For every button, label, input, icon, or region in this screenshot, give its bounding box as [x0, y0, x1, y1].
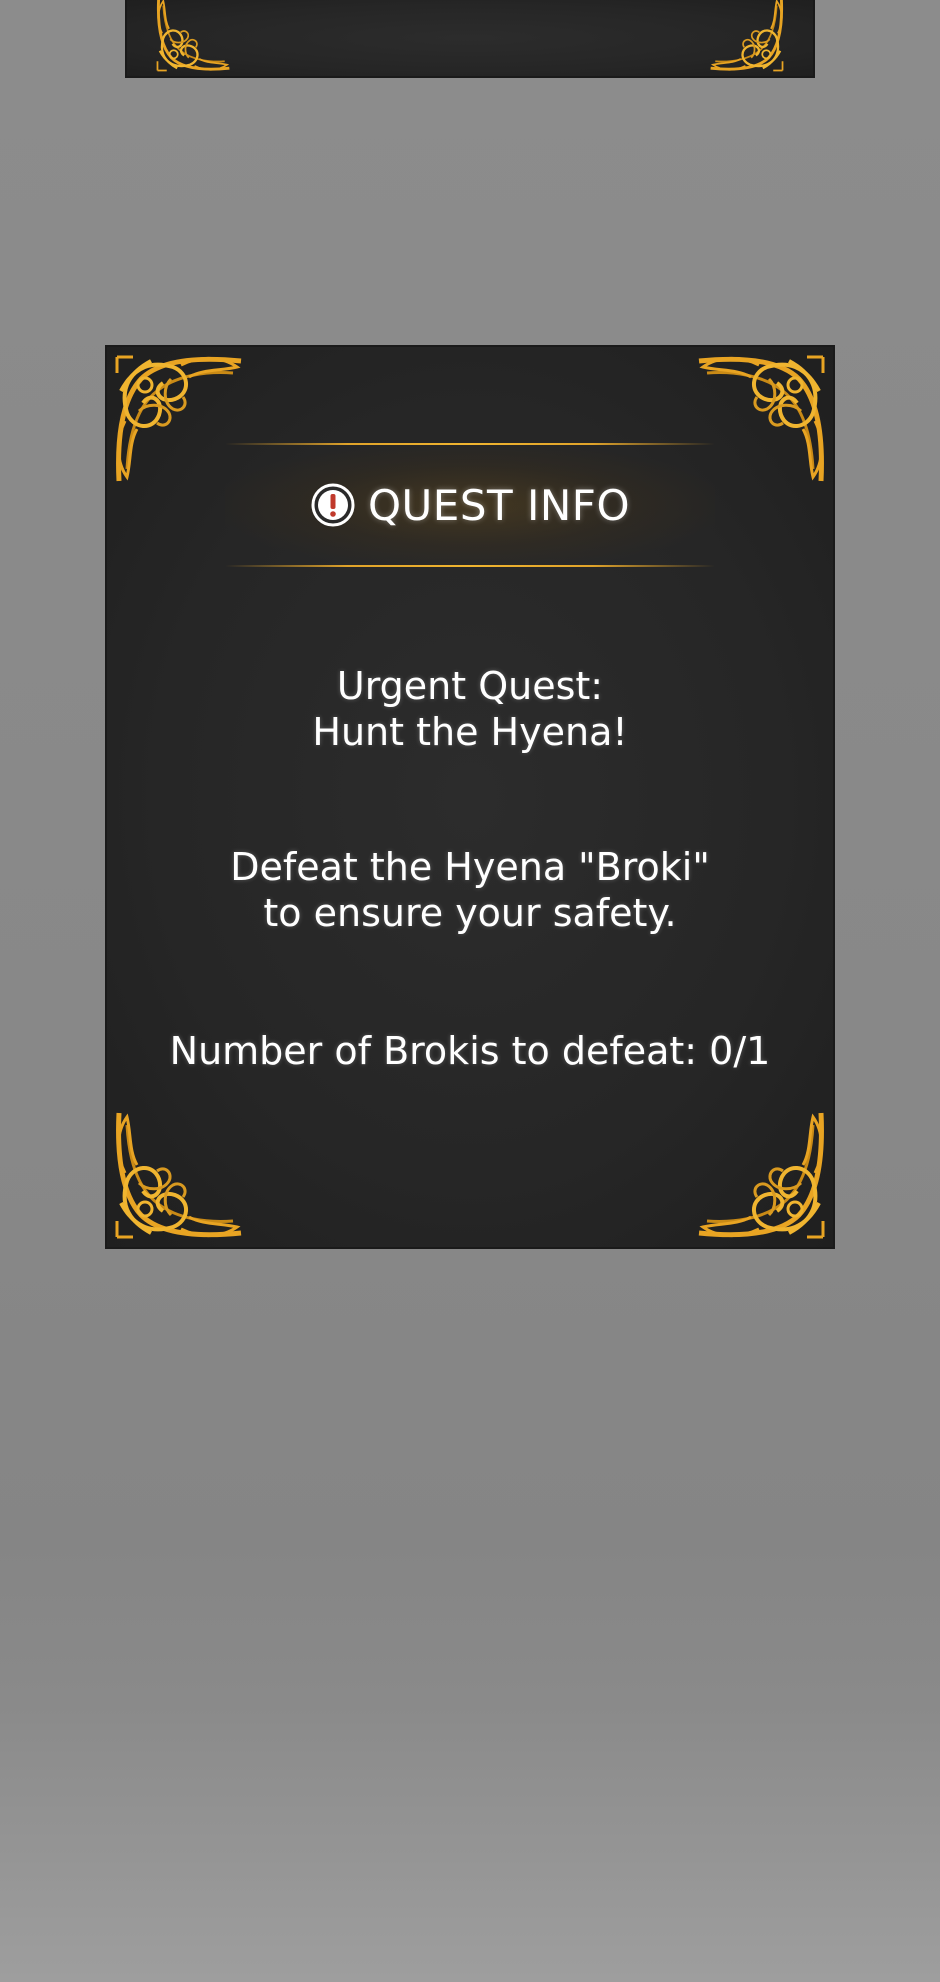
description-line: Defeat the Hyena "Broki"	[230, 845, 710, 889]
previous-panel	[127, 0, 813, 76]
progress-text: Number of Brokis to defeat: 0/1	[169, 1029, 771, 1073]
quest-label: Urgent Quest:	[336, 664, 604, 708]
header-divider-bottom	[225, 565, 715, 567]
corner-ornament-icon	[129, 0, 259, 74]
quest-header: QUEST INFO	[225, 443, 715, 567]
quest-name-block: Urgent Quest: Hunt the Hyena!	[107, 663, 833, 755]
corner-ornament-icon	[681, 0, 811, 74]
quest-info-panel: QUEST INFO Urgent Quest: Hunt the Hyena!…	[107, 347, 833, 1247]
exclamation-circle-icon	[311, 483, 355, 527]
corner-ornament-icon	[111, 1105, 249, 1243]
quest-progress: Number of Brokis to defeat: 0/1	[107, 1028, 833, 1074]
corner-ornament-icon	[691, 1105, 829, 1243]
quest-name: Hunt the Hyena!	[312, 710, 628, 754]
quest-description: Defeat the Hyena "Broki" to ensure your …	[107, 844, 833, 936]
description-line: to ensure your safety.	[263, 891, 677, 935]
panel-title: QUEST INFO	[367, 480, 631, 530]
